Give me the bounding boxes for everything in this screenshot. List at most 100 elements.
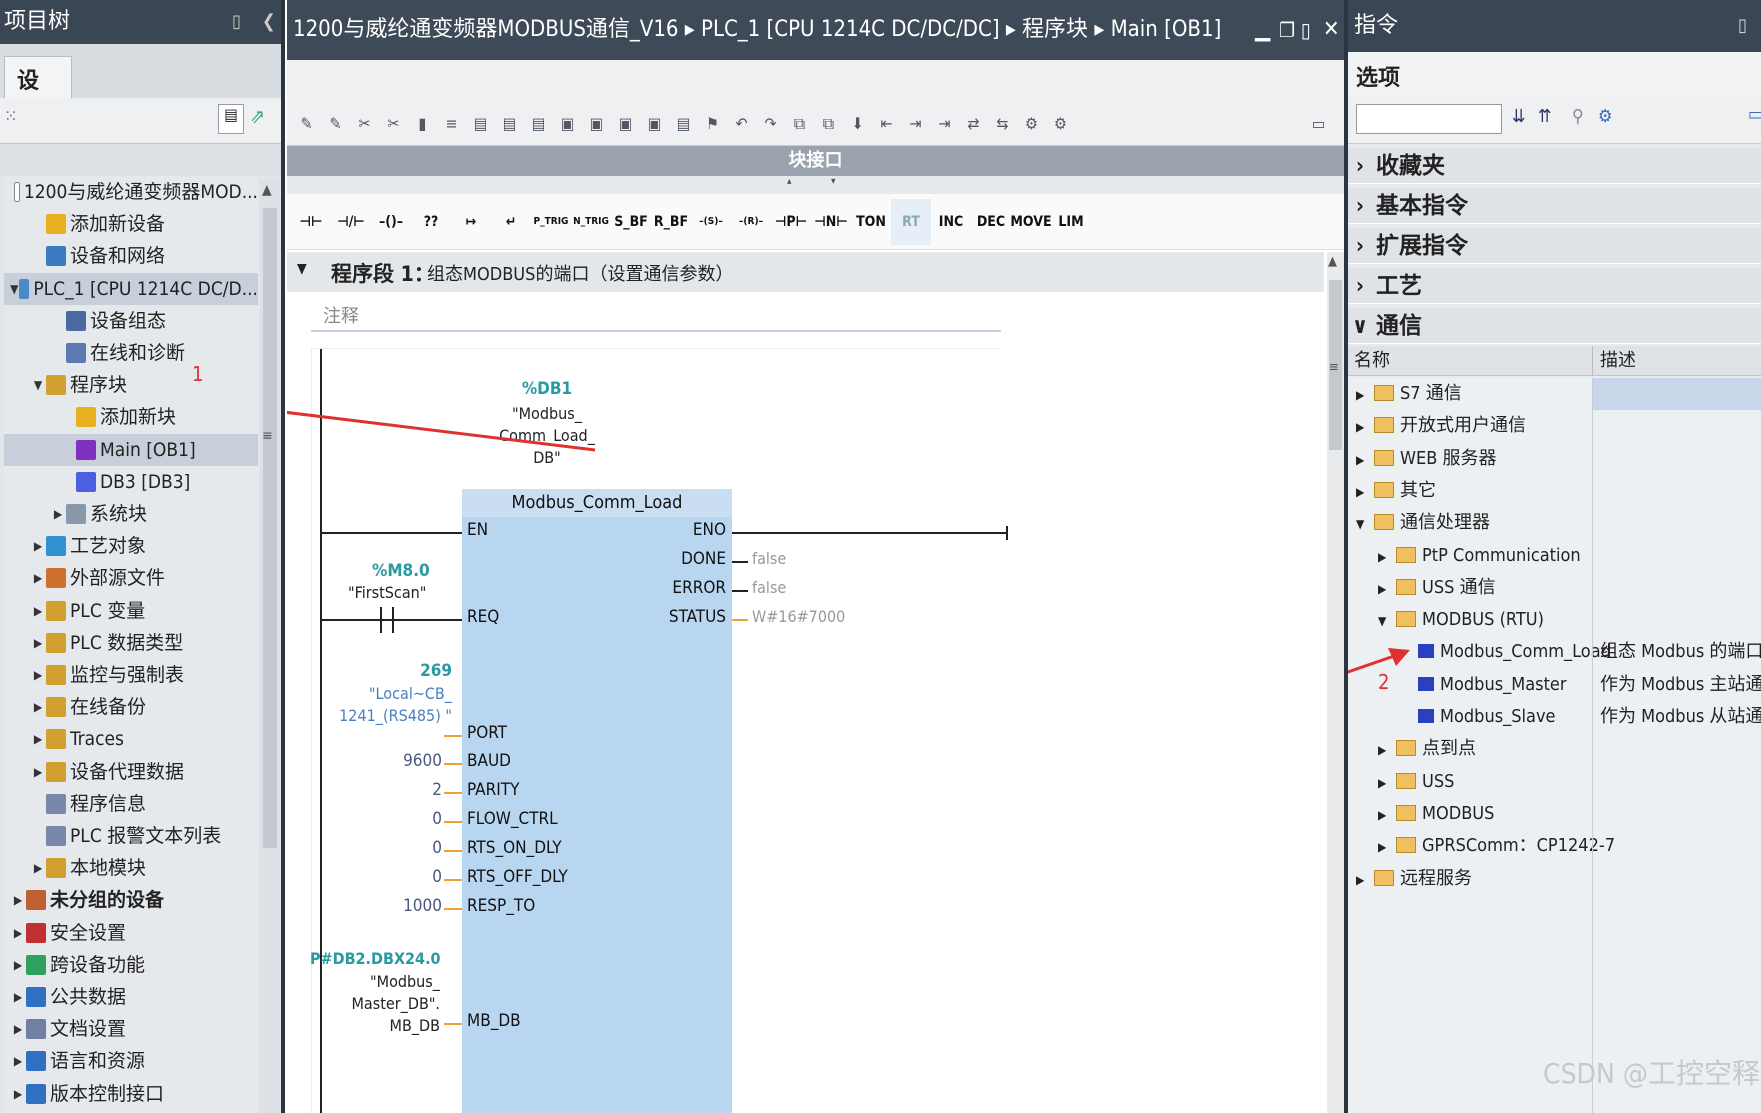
tree-item[interactable]: ▶ PLC 数据类型	[4, 627, 258, 659]
network-header[interactable]: ▼ 程序段 1： 组态MODBUS的端口（设置通信参数）	[287, 252, 1324, 292]
ladder-instruction-button[interactable]: INC	[931, 199, 971, 245]
output-pin-value[interactable]: false	[752, 578, 786, 597]
expand-arrow-icon[interactable]: ▶	[1356, 864, 1374, 896]
editor-tool-icon[interactable]: ▤	[525, 109, 552, 139]
editor-tool-icon[interactable]: ↷	[757, 109, 784, 139]
tree-item[interactable]: 设备和网络	[4, 240, 258, 272]
tree-item[interactable]: ▶ 安全设置	[4, 917, 258, 949]
editor-tool-icon[interactable]: ⇆	[989, 109, 1016, 139]
input-pin-value[interactable]: 0	[372, 809, 442, 829]
chevron-right-icon[interactable]: ›	[1348, 189, 1372, 225]
instruction-item[interactable]: Modbus_Slave 作为 Modbus 从站通信	[1348, 701, 1761, 733]
expand-arrow-icon[interactable]: ▶	[30, 627, 46, 659]
instruction-item[interactable]: ▶ 远程服务	[1348, 863, 1761, 895]
ladder-instruction-button[interactable]: –(R)–	[731, 199, 771, 245]
expand-arrow-icon[interactable]: ▶	[10, 1045, 26, 1077]
editor-tool-icon[interactable]: ⧉	[786, 109, 813, 139]
tree-item[interactable]: PLC 报警文本列表	[4, 820, 258, 852]
chevron-right-icon[interactable]: ›	[1348, 229, 1372, 265]
expand-arrow-icon[interactable]: ▶	[1356, 411, 1374, 443]
expand-arrow-icon[interactable]: ▶	[10, 981, 26, 1013]
ladder-instruction-button[interactable]: TON	[851, 199, 891, 245]
contact-left[interactable]	[380, 607, 382, 633]
port-name[interactable]: "Local~CB_ 1241_(RS485) "	[332, 683, 452, 727]
ladder-instruction-button[interactable]: ⊣N⊢	[811, 199, 851, 245]
req-contact-name[interactable]: "FirstScan"	[348, 583, 488, 602]
tree-item[interactable]: ▶ 未分组的设备	[4, 884, 258, 916]
instruction-item[interactable]: ▼ MODBUS (RTU)	[1348, 604, 1761, 636]
export-icon[interactable]: ⇗	[250, 104, 265, 128]
tree-item[interactable]: ▶ 跨设备功能	[4, 949, 258, 981]
tree-item[interactable]: 设备组态	[4, 305, 258, 337]
restore-icon[interactable]: ❐	[1279, 0, 1295, 60]
expand-arrow-icon[interactable]: ▶	[1378, 734, 1396, 766]
output-pin-value[interactable]: W#16#7000	[752, 607, 845, 626]
editor-tool-icon[interactable]: ⧉	[815, 109, 842, 139]
expand-arrow-icon[interactable]: ▶	[10, 1013, 26, 1045]
tree-item[interactable]: ▶ 语言和资源	[4, 1045, 258, 1077]
tree-item[interactable]: ▶ 工艺对象	[4, 530, 258, 562]
editor-scroll-up-icon[interactable]: ▲	[1328, 254, 1337, 269]
instruction-item[interactable]: ▶ PtP Communication	[1348, 540, 1761, 572]
ladder-instruction-button[interactable]: ⊣/⊢	[331, 199, 371, 245]
port-value[interactable]: 269	[352, 661, 452, 681]
instruction-item[interactable]: ▶ 点到点	[1348, 733, 1761, 765]
ladder-instruction-button[interactable]: ⊣P⊢	[771, 199, 811, 245]
tree-item[interactable]: ▼ 程序块	[4, 369, 258, 401]
input-pin-value[interactable]: 1000	[372, 896, 442, 916]
tree-item[interactable]: 程序信息	[4, 788, 258, 820]
ladder-instruction-button[interactable]: –()–	[371, 199, 411, 245]
ladder-instruction-button[interactable]: LIM	[1051, 199, 1091, 245]
expand-arrow-icon[interactable]: ▶	[30, 562, 46, 594]
req-contact-address[interactable]: %M8.0	[372, 561, 492, 581]
editor-tool-icon[interactable]: ✎	[322, 109, 349, 139]
instruction-item[interactable]: ▶ 其它	[1348, 475, 1761, 507]
col-divider[interactable]	[1592, 346, 1593, 376]
network-comment[interactable]: 注释	[311, 296, 1001, 332]
editor-tool-icon[interactable]: ⚑	[699, 109, 726, 139]
tree-item[interactable]: ▶ 监控与强制表	[4, 659, 258, 691]
chevron-right-icon[interactable]: ›	[1348, 149, 1372, 185]
instruction-category[interactable]: ∨ 通信	[1348, 308, 1761, 344]
splitter-up-icon[interactable]: ▴	[787, 176, 792, 187]
network-icon[interactable]: ⁙	[4, 106, 18, 127]
scroll-up-icon[interactable]: ▲	[262, 182, 272, 198]
tree-item[interactable]: ▶ PLC 变量	[4, 595, 258, 627]
chevron-right-icon[interactable]: ›	[1348, 269, 1372, 305]
editor-tool-icon[interactable]: ✂	[380, 109, 407, 139]
editor-tool-icon[interactable]: ▤	[670, 109, 697, 139]
collapse-panel-icon[interactable]: ▯	[232, 0, 241, 44]
expand-arrow-icon[interactable]: ▼	[10, 273, 19, 305]
editor-tool-icon[interactable]: ▣	[554, 109, 581, 139]
ladder-instruction-button[interactable]: ↵	[491, 199, 531, 245]
ladder-instruction-button[interactable]: R_BF	[651, 199, 691, 245]
mb-db-name[interactable]: "Modbus_ Master_DB". MB_DB	[320, 971, 441, 1037]
tree-item[interactable]: ▶ 版本控制接口	[4, 1078, 258, 1110]
ladder-instruction-button[interactable]: P_TRIG	[531, 199, 571, 245]
block-interface-bar[interactable]: 块接口	[287, 146, 1344, 176]
instruction-item[interactable]: ▶ MODBUS	[1348, 798, 1761, 830]
expand-arrow-icon[interactable]: ▶	[50, 498, 66, 530]
ladder-instruction-button[interactable]: ⊣⊢	[291, 199, 331, 245]
instruction-item[interactable]: ▶ USS 通信	[1348, 572, 1761, 604]
input-pin-value[interactable]: 2	[372, 780, 442, 800]
expand-arrow-icon[interactable]: ▶	[30, 756, 46, 788]
editor-tool-icon[interactable]: ⚙	[1018, 109, 1045, 139]
tree-item[interactable]: Main [OB1]	[4, 433, 258, 466]
editor-tool-icon[interactable]: ▤	[496, 109, 523, 139]
tree-item[interactable]: ▶ 在线备份	[4, 691, 258, 723]
panel-pin-icon[interactable]: ▯	[1738, 0, 1747, 52]
interface-splitter[interactable]: ▴ ▾	[287, 176, 1344, 194]
expand-arrow-icon[interactable]: ▶	[10, 884, 26, 916]
input-pin-value[interactable]: 9600	[372, 751, 442, 771]
instruction-category[interactable]: › 基本指令	[1348, 188, 1761, 224]
search-down-icon[interactable]: ⇊	[1512, 106, 1526, 127]
settings-icon[interactable]: ⚙	[1598, 106, 1613, 127]
editor-tool-icon[interactable]: ✎	[293, 109, 320, 139]
tree-scroll-thumb[interactable]	[263, 208, 277, 848]
expand-arrow-icon[interactable]: ▶	[1378, 799, 1396, 831]
chevron-down-icon[interactable]: ∨	[1348, 309, 1372, 345]
mb-db-address[interactable]: P#DB2.DBX24.0	[310, 949, 441, 968]
editor-tool-icon[interactable]: ▣	[641, 109, 668, 139]
expand-arrow-icon[interactable]: ▶	[1378, 831, 1396, 863]
